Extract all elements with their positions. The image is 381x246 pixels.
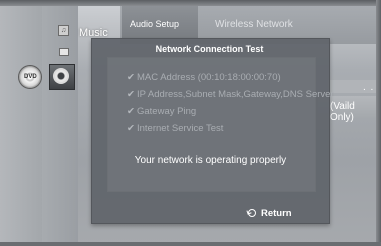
right-ellipsis: . .	[363, 82, 375, 93]
check-label: MAC Address (00:10:18:00:00:70)	[137, 72, 281, 83]
check-item-mac: ✔ MAC Address (00:10:18:00:00:70)	[127, 72, 281, 83]
tab-wireless-network[interactable]: Wireless Network	[215, 19, 293, 30]
return-button[interactable]: Return	[248, 207, 292, 219]
dialog-title: Network Connection Test	[155, 44, 264, 54]
check-item-gateway-ping: ✔ Gateway Ping	[127, 106, 196, 117]
check-item-ip: ✔ IP Address,Subnet Mask,Gateway,DNS Serv…	[127, 89, 334, 100]
frame-right	[376, 0, 381, 246]
photo-icon[interactable]	[59, 48, 69, 56]
left-column	[0, 6, 42, 242]
check-icon: ✔	[127, 89, 135, 100]
music-icon[interactable]: ♫	[58, 25, 69, 36]
valid-only-label: (Vaild Only)	[330, 101, 355, 123]
check-label: IP Address,Subnet Mask,Gateway,DNS Serve…	[137, 89, 334, 100]
disc-label: DVD	[24, 74, 37, 80]
tv-screen: DVD ♫ Music Audio Setup Wireless Network…	[0, 0, 381, 246]
status-message: Your network is operating properly	[134, 155, 287, 166]
return-icon	[248, 209, 256, 217]
check-label: Internet Service Test	[137, 123, 224, 134]
tab-audio-setup[interactable]: Audio Setup	[130, 19, 179, 29]
return-label: Return	[261, 207, 292, 219]
check-label: Gateway Ping	[137, 106, 197, 117]
gear-icon[interactable]	[53, 68, 69, 84]
icon-column	[42, 6, 78, 242]
check-icon: ✔	[127, 106, 135, 117]
frame-bottom	[0, 242, 381, 246]
check-item-internet: ✔ Internet Service Test	[127, 123, 223, 134]
check-icon: ✔	[127, 123, 135, 134]
check-icon: ✔	[127, 72, 135, 83]
